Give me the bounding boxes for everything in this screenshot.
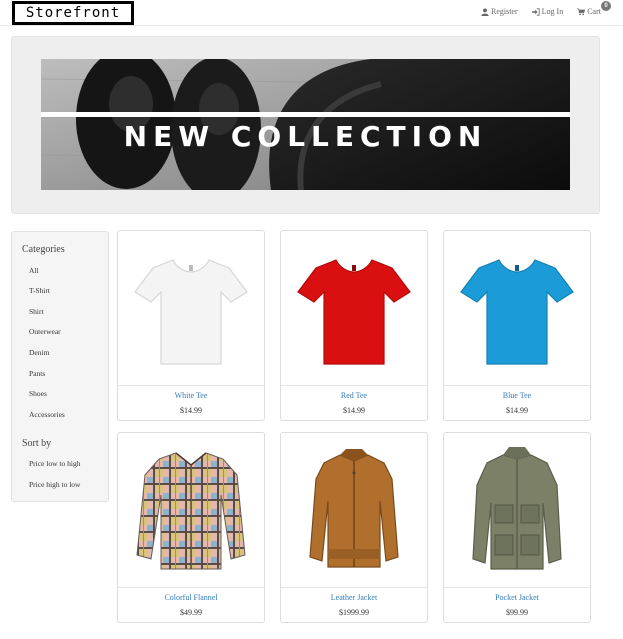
product-name[interactable]: Blue Tee [444,391,590,400]
product-card[interactable]: Pocket Jacket $99.99 [443,432,591,623]
register-link[interactable]: Register [481,7,518,16]
leather-jacket-icon [309,449,399,568]
login-link[interactable]: Log In [531,7,564,16]
product-name[interactable]: White Tee [118,391,264,400]
user-icon [481,7,489,16]
top-navbar: Storefront Register Log In Cart 0 [0,0,623,26]
filter-sidebar: Categories All T-Shirt Shirt Outerwear D… [11,231,109,502]
register-label: Register [490,7,518,16]
store-logo[interactable]: Storefront [12,1,134,25]
category-t-shirt[interactable]: T-Shirt [29,286,50,295]
product-name[interactable]: Pocket Jacket [444,593,590,602]
cart-count-badge: 0 [601,1,611,11]
product-price: $99.99 [506,608,528,617]
product-name[interactable]: Colorful Flannel [118,593,264,602]
product-price: $14.99 [506,406,528,415]
flannel-shirt-icon [136,452,246,570]
product-image[interactable] [118,433,264,587]
sort-heading: Sort by [22,438,52,449]
category-pants[interactable]: Pants [29,369,45,378]
sort-price-high-low[interactable]: Price high to low [29,480,80,489]
product-image[interactable] [118,231,264,385]
cart-label: Cart [587,7,601,16]
product-card[interactable]: Leather Jacket $1999.99 [280,432,428,623]
product-name[interactable]: Leather Jacket [281,593,427,602]
card-divider [118,385,264,386]
card-divider [281,587,427,588]
product-card[interactable]: White Tee $14.99 [117,230,265,421]
tshirt-icon [134,259,248,365]
product-name[interactable]: Red Tee [281,391,427,400]
product-image[interactable] [444,231,590,385]
product-image[interactable] [281,231,427,385]
tshirt-icon [297,259,411,365]
shopping-cart-icon [577,7,586,15]
login-label: Log In [541,7,564,16]
product-price: $49.99 [180,608,202,617]
product-price: $1999.99 [339,608,369,617]
card-divider [444,587,590,588]
card-divider [118,587,264,588]
pocket-jacket-icon [472,447,562,570]
category-shirt[interactable]: Shirt [29,307,44,316]
categories-heading: Categories [22,244,65,255]
cart-link[interactable]: Cart 0 [577,1,611,16]
product-price: $14.99 [343,406,365,415]
product-price: $14.99 [180,406,202,415]
category-all[interactable]: All [29,266,39,275]
product-image[interactable] [281,433,427,587]
sign-in-icon [531,7,540,16]
sort-price-low-high[interactable]: Price low to high [29,459,80,468]
card-divider [281,385,427,386]
category-shoes[interactable]: Shoes [29,389,47,398]
product-card[interactable]: Red Tee $14.99 [280,230,428,421]
product-image[interactable] [444,433,590,587]
category-outerwear[interactable]: Outerwear [29,327,61,336]
product-card[interactable]: Colorful Flannel $49.99 [117,432,265,623]
card-divider [444,385,590,386]
account-nav: Register Log In Cart 0 [481,1,611,16]
category-denim[interactable]: Denim [29,348,49,357]
product-card[interactable]: Blue Tee $14.99 [443,230,591,421]
tshirt-icon [460,259,574,365]
hero-title: NEW COLLECTION [123,120,488,153]
category-accessories[interactable]: Accessories [29,410,65,419]
